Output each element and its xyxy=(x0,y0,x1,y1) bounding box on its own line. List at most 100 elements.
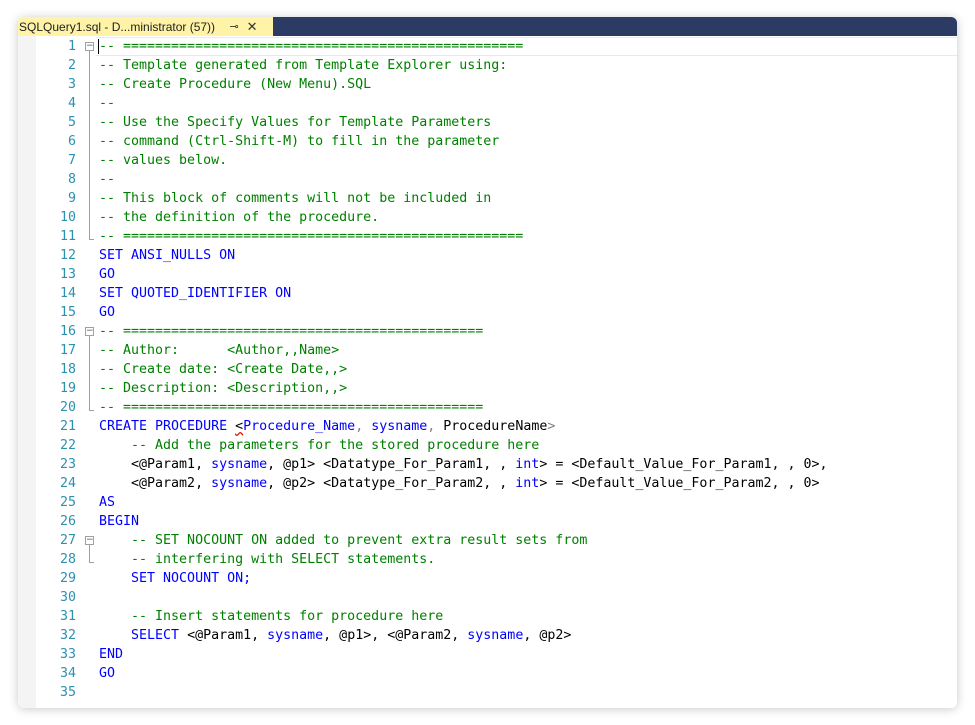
code-token: int xyxy=(515,457,540,472)
document-tab-strip: SQLQuery1.sql - D...ministrator (57)) ⊸ … xyxy=(18,17,957,36)
code-token: AS xyxy=(99,495,116,510)
code-line[interactable]: 29 SET NOCOUNT ON; xyxy=(18,569,957,588)
code-text: -- Insert statements for procedure here xyxy=(99,607,443,626)
code-text: <@Param2, sysname, @p2> <Datatype_For_Pa… xyxy=(99,474,820,493)
code-text: -- SET NOCOUNT ON added to prevent extra… xyxy=(99,531,587,550)
code-line[interactable]: 14 SET QUOTED_IDENTIFIER ON xyxy=(18,284,957,303)
code-line[interactable]: 21 CREATE PROCEDURE <Procedure_Name, sysn… xyxy=(18,417,957,436)
code-token: SET NOCOUNT ON; xyxy=(99,571,252,586)
code-text: -- xyxy=(99,170,115,189)
line-number: 31 xyxy=(59,609,76,624)
code-line[interactable]: 16 -- ===================================… xyxy=(18,322,957,341)
collapse-region-icon[interactable]: − xyxy=(85,42,94,51)
code-token: ProcedureName xyxy=(443,419,548,434)
code-line[interactable]: 20 -- ===================================… xyxy=(18,398,957,417)
code-line[interactable]: 2 -- Template generated from Template Exp… xyxy=(18,56,957,75)
tab-sqlquery1[interactable]: SQLQuery1.sql - D...ministrator (57)) ⊸ … xyxy=(18,17,273,36)
code-line[interactable]: 23 <@Param1, sysname, @p1> <Datatype_For… xyxy=(18,455,957,474)
code-line[interactable]: 34 GO xyxy=(18,664,957,683)
code-token: -- Create date: <Create Date,,> xyxy=(99,362,348,377)
code-token: <@Param1, xyxy=(99,457,212,472)
code-line[interactable]: 8 -- xyxy=(18,170,957,189)
outline-guide-end xyxy=(89,562,94,563)
code-token: < xyxy=(235,419,244,434)
code-token: -- Insert statements for procedure here xyxy=(99,609,444,624)
code-text: AS xyxy=(99,493,115,512)
code-line[interactable]: 27 -- SET NOCOUNT ON added to prevent ex… xyxy=(18,531,957,550)
code-token: <@Param2, xyxy=(99,476,212,491)
code-text: GO xyxy=(99,664,115,683)
code-text: -- =====================================… xyxy=(99,37,523,56)
code-text: SET QUOTED_IDENTIFIER ON xyxy=(99,284,291,303)
code-line[interactable]: 9 -- This block of comments will not be i… xyxy=(18,189,957,208)
code-line[interactable]: 31 -- Insert statements for procedure he… xyxy=(18,607,957,626)
code-token: -- =====================================… xyxy=(99,400,484,415)
code-token: , xyxy=(427,419,444,434)
code-token: END xyxy=(99,647,124,662)
close-icon[interactable]: ✕ xyxy=(245,19,259,35)
code-token: -- =====================================… xyxy=(99,229,524,244)
collapse-region-icon[interactable]: − xyxy=(85,536,94,545)
code-line[interactable]: 4 -- xyxy=(18,94,957,113)
code-line[interactable]: 17 -- Author: <Author,,Name> xyxy=(18,341,957,360)
code-line[interactable]: 10 -- the definition of the procedure. xyxy=(18,208,957,227)
code-line[interactable]: 13 GO xyxy=(18,265,957,284)
line-number: 9 xyxy=(67,191,76,206)
code-token: sysname xyxy=(211,476,268,491)
code-text: SET ANSI_NULLS ON xyxy=(99,246,235,265)
code-text: -- Template generated from Template Expl… xyxy=(99,56,507,75)
code-token: SELECT xyxy=(99,628,188,643)
code-line[interactable]: 5 -- Use the Specify Values for Template … xyxy=(18,113,957,132)
code-token: -- =====================================… xyxy=(99,39,524,54)
code-token: GO xyxy=(99,267,116,282)
code-line[interactable]: 35 xyxy=(18,683,957,702)
code-line[interactable]: 32 SELECT <@Param1, sysname, @p1>, <@Par… xyxy=(18,626,957,645)
code-line[interactable]: 18 -- Create date: <Create Date,,> xyxy=(18,360,957,379)
line-number: 33 xyxy=(59,647,76,662)
code-line[interactable]: 30 xyxy=(18,588,957,607)
code-token: -- xyxy=(99,172,116,187)
line-number: 7 xyxy=(67,153,76,168)
line-number: 32 xyxy=(59,628,76,643)
code-token: -- Author: <Author,,Name> xyxy=(99,343,340,358)
line-number: 8 xyxy=(67,172,76,187)
line-number: 2 xyxy=(67,58,76,73)
code-line[interactable]: 22 -- Add the parameters for the stored … xyxy=(18,436,957,455)
code-editor[interactable]: 1 -- ====================================… xyxy=(18,36,957,708)
code-token: GO xyxy=(99,305,116,320)
line-number: 22 xyxy=(59,438,76,453)
collapse-region-icon[interactable]: − xyxy=(85,327,94,336)
code-text: <@Param1, sysname, @p1> <Datatype_For_Pa… xyxy=(99,455,828,474)
code-text: CREATE PROCEDURE <Procedure_Name, sysnam… xyxy=(99,417,555,436)
code-token: > = <Default_Value_For_Param2, , 0> xyxy=(539,476,820,491)
code-token: -- This block of comments will not be in… xyxy=(99,191,492,206)
code-token: -- interfering with SELECT statements. xyxy=(99,552,436,567)
line-number: 21 xyxy=(59,419,76,434)
pin-icon[interactable]: ⊸ xyxy=(227,20,241,33)
code-line[interactable]: 33 END xyxy=(18,645,957,664)
code-line[interactable]: 12 SET ANSI_NULLS ON xyxy=(18,246,957,265)
code-line[interactable]: 28 -- interfering with SELECT statements… xyxy=(18,550,957,569)
code-line[interactable]: 6 -- command (Ctrl-Shift-M) to fill in th… xyxy=(18,132,957,151)
line-number: 12 xyxy=(59,248,76,263)
code-line[interactable]: 1 -- ====================================… xyxy=(18,37,957,56)
line-number: 15 xyxy=(59,305,76,320)
line-number: 23 xyxy=(59,457,76,472)
line-number: 4 xyxy=(67,96,76,111)
code-token: sysname xyxy=(267,628,324,643)
code-line[interactable]: 3 -- Create Procedure (New Menu).SQL xyxy=(18,75,957,94)
code-line[interactable]: 25 AS xyxy=(18,493,957,512)
outline-guide xyxy=(89,336,90,410)
line-number: 3 xyxy=(67,77,76,92)
code-token: -- the definition of the procedure. xyxy=(99,210,380,225)
code-line[interactable]: 24 <@Param2, sysname, @p2> <Datatype_For… xyxy=(18,474,957,493)
code-line[interactable]: 19 -- Description: <Description,,> xyxy=(18,379,957,398)
code-line[interactable]: 11 -- ===================================… xyxy=(18,227,957,246)
line-number: 14 xyxy=(59,286,76,301)
code-line[interactable]: 7 -- values below. xyxy=(18,151,957,170)
code-line[interactable]: 15 GO xyxy=(18,303,957,322)
code-text: SET NOCOUNT ON; xyxy=(99,569,251,588)
code-line[interactable]: 26 BEGIN xyxy=(18,512,957,531)
code-token: SET ANSI_NULLS ON xyxy=(99,248,236,263)
code-text: -- Create Procedure (New Menu).SQL xyxy=(99,75,371,94)
